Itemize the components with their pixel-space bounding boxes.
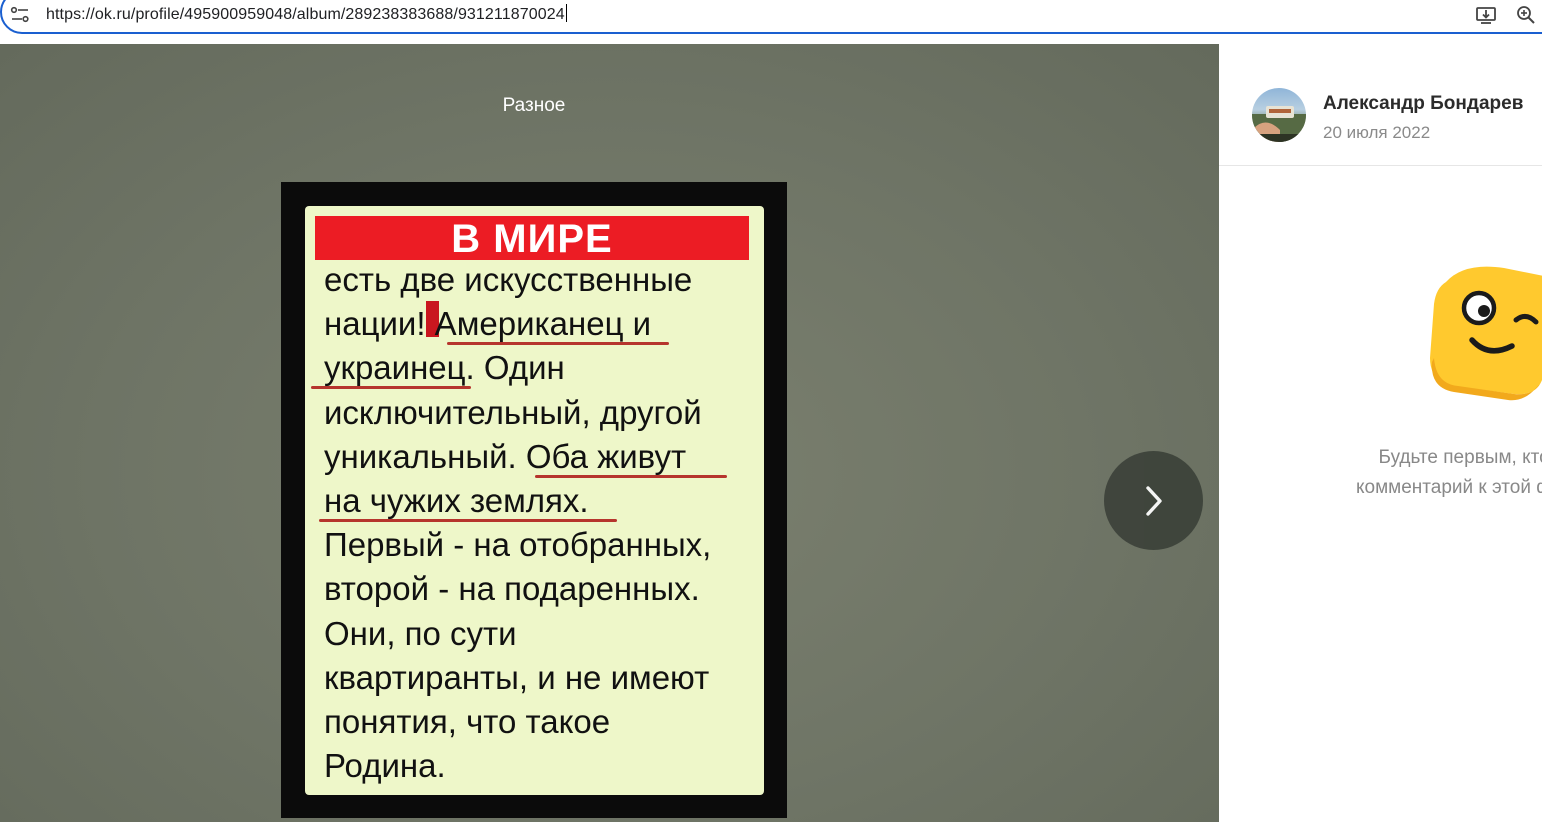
install-app-icon[interactable] <box>1475 4 1497 26</box>
site-info-icon[interactable] <box>10 5 30 25</box>
chevron-right-icon <box>1146 486 1162 516</box>
photo-viewer: Разное В МИРЕ есть две искусственные нац… <box>0 44 1219 822</box>
empty-comments-text: Будьте первым, кто оставит комментарий к… <box>1356 447 1542 498</box>
poster-text: есть две искусственные нации! Американец… <box>324 261 712 785</box>
author-avatar[interactable] <box>1252 88 1306 142</box>
photo-sidebar: Александр Бондарев 20 июля 2022 Будьте п… <box>1219 44 1542 822</box>
winking-mascot-icon <box>1430 266 1542 401</box>
album-title[interactable]: Разное <box>0 95 1068 117</box>
avatar-photo <box>1252 106 1306 142</box>
browser-address-bar: https://ok.ru/profile/495900959048/album… <box>0 0 1542 44</box>
poster-banner: В МИРЕ <box>315 216 749 261</box>
next-photo-button[interactable] <box>1104 451 1203 550</box>
photo-date: 20 июля 2022 <box>1323 123 1431 142</box>
divider <box>1219 165 1542 166</box>
photo[interactable]: В МИРЕ есть две искусственные нации! Аме… <box>281 182 787 818</box>
url-text[interactable]: https://ok.ru/profile/495900959048/album… <box>46 4 567 24</box>
poster-underline <box>319 519 617 522</box>
poster-underline <box>535 475 727 478</box>
poster-underline <box>447 342 669 345</box>
poster-underline <box>311 386 471 389</box>
author-name[interactable]: Александр Бондарев <box>1323 93 1523 115</box>
photo-poster: В МИРЕ есть две искусственные нации! Аме… <box>305 206 764 795</box>
zoom-icon[interactable] <box>1515 4 1537 26</box>
